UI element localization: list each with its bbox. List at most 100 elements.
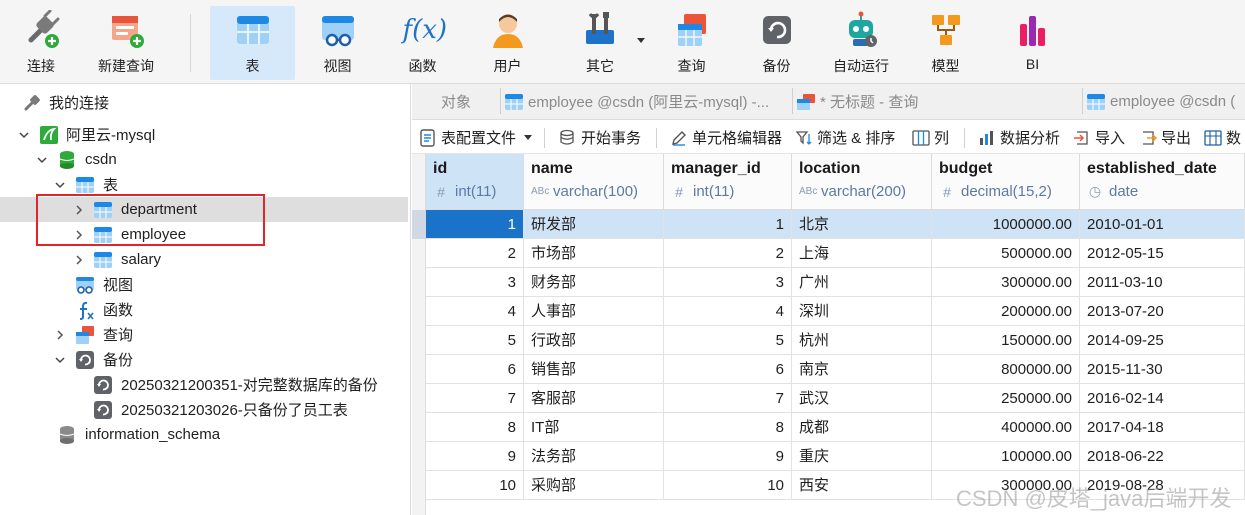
import-button[interactable]: 导入 xyxy=(1073,121,1125,154)
table-cell-id[interactable]: 3 xyxy=(426,268,524,297)
tree-database[interactable]: csdn xyxy=(0,147,408,172)
table-cell-id[interactable]: 7 xyxy=(426,384,524,413)
cell-editor-button[interactable]: 单元格编辑器 xyxy=(670,121,782,154)
data-button-truncated[interactable]: 数 xyxy=(1204,121,1241,154)
data-analysis-button[interactable]: 数据分析 xyxy=(978,121,1060,154)
table-cell-name[interactable]: 市场部 xyxy=(524,239,664,268)
tree-connection[interactable]: 阿里云-mysql xyxy=(0,122,408,147)
tree-queries[interactable]: 查询 xyxy=(0,322,408,347)
table-button[interactable]: 表 xyxy=(210,6,295,80)
table-row[interactable]: 8 IT部 8 成都 400000.00 2017-04-18 xyxy=(426,413,1245,442)
table-cell-name[interactable]: 客服部 xyxy=(524,384,664,413)
table-cell-established-date[interactable]: 2017-04-18 xyxy=(1080,413,1245,442)
table-cell-id[interactable]: 8 xyxy=(426,413,524,442)
table-cell-manager-id[interactable]: 7 xyxy=(664,384,792,413)
table-cell-id[interactable]: 5 xyxy=(426,326,524,355)
table-cell-established-date[interactable]: 2012-05-15 xyxy=(1080,239,1245,268)
tree-backup-item[interactable]: 20250321200351-对完整数据库的备份 xyxy=(0,372,408,397)
function-button[interactable]: f(x) 函数 xyxy=(395,6,450,80)
table-row[interactable]: 6 销售部 6 南京 800000.00 2015-11-30 xyxy=(426,355,1245,384)
table-cell-established-date[interactable]: 2016-02-14 xyxy=(1080,384,1245,413)
tab-employee-table[interactable]: employee @csdn (阿里云-mysql) -... xyxy=(504,84,792,119)
user-button[interactable]: 用户 xyxy=(480,6,535,80)
table-row[interactable]: 1 研发部 1 北京 1000000.00 2010-01-01 xyxy=(426,210,1245,239)
column-header-id[interactable]: id # int(11) xyxy=(426,154,524,210)
query-button[interactable]: 查询 xyxy=(664,6,719,80)
tree-backup-item[interactable]: 20250321203026-只备份了员工表 xyxy=(0,397,408,422)
table-cell-budget[interactable]: 300000.00 xyxy=(932,471,1080,500)
tree-functions[interactable]: 函数 xyxy=(0,297,408,322)
table-cell-location[interactable]: 北京 xyxy=(792,210,932,239)
table-cell-location[interactable]: 深圳 xyxy=(792,297,932,326)
table-cell-name[interactable]: 人事部 xyxy=(524,297,664,326)
chevron-down-icon[interactable] xyxy=(36,154,48,166)
tree-table-salary[interactable]: salary xyxy=(0,247,408,272)
table-cell-manager-id[interactable]: 9 xyxy=(664,442,792,471)
tab-objects[interactable]: 对象 xyxy=(412,84,500,119)
table-cell-location[interactable]: 上海 xyxy=(792,239,932,268)
table-cell-budget[interactable]: 500000.00 xyxy=(932,239,1080,268)
table-cell-location[interactable]: 广州 xyxy=(792,268,932,297)
tree-database-information-schema[interactable]: information_schema xyxy=(0,422,408,447)
column-header-budget[interactable]: budget # decimal(15,2) xyxy=(932,154,1080,210)
table-cell-manager-id[interactable]: 8 xyxy=(664,413,792,442)
view-button[interactable]: 视图 xyxy=(310,6,365,80)
filter-sort-button[interactable]: 筛选 & 排序 xyxy=(795,121,895,154)
tab-untitled-query[interactable]: * 无标题 - 查询 xyxy=(796,84,1082,119)
table-cell-name[interactable]: 采购部 xyxy=(524,471,664,500)
connect-button[interactable]: 连接 xyxy=(8,6,74,80)
table-cell-id[interactable]: 10 xyxy=(426,471,524,500)
table-cell-manager-id[interactable]: 4 xyxy=(664,297,792,326)
table-cell-location[interactable]: 西安 xyxy=(792,471,932,500)
other-dropdown-caret-icon[interactable] xyxy=(637,38,645,43)
table-cell-budget[interactable]: 400000.00 xyxy=(932,413,1080,442)
table-cell-id[interactable]: 2 xyxy=(426,239,524,268)
column-header-name[interactable]: name ABc varchar(100) xyxy=(524,154,664,210)
table-cell-manager-id[interactable]: 10 xyxy=(664,471,792,500)
table-cell-budget[interactable]: 100000.00 xyxy=(932,442,1080,471)
table-cell-budget[interactable]: 150000.00 xyxy=(932,326,1080,355)
table-cell-budget[interactable]: 800000.00 xyxy=(932,355,1080,384)
column-header-location[interactable]: location ABc varchar(200) xyxy=(792,154,932,210)
columns-button[interactable]: 列 xyxy=(912,121,949,154)
begin-transaction-button[interactable]: 开始事务 xyxy=(559,121,641,154)
table-cell-established-date[interactable]: 2011-03-10 xyxy=(1080,268,1245,297)
table-row[interactable]: 7 客服部 7 武汉 250000.00 2016-02-14 xyxy=(426,384,1245,413)
table-cell-name[interactable]: 销售部 xyxy=(524,355,664,384)
automation-button[interactable]: 自动运行 xyxy=(826,6,896,80)
chevron-down-icon[interactable] xyxy=(18,129,30,141)
table-row[interactable]: 2 市场部 2 上海 500000.00 2012-05-15 xyxy=(426,239,1245,268)
table-row[interactable]: 4 人事部 4 深圳 200000.00 2013-07-20 xyxy=(426,297,1245,326)
table-cell-manager-id[interactable]: 2 xyxy=(664,239,792,268)
table-cell-name[interactable]: IT部 xyxy=(524,413,664,442)
chevron-right-icon[interactable] xyxy=(73,254,85,266)
model-button[interactable]: 模型 xyxy=(918,6,973,80)
table-cell-budget[interactable]: 200000.00 xyxy=(932,297,1080,326)
table-cell-budget[interactable]: 250000.00 xyxy=(932,384,1080,413)
table-cell-id[interactable]: 1 xyxy=(426,210,524,239)
tab-employee-table-2[interactable]: employee @csdn ( xyxy=(1086,84,1245,119)
table-cell-id[interactable]: 6 xyxy=(426,355,524,384)
table-row[interactable]: 3 财务部 3 广州 300000.00 2011-03-10 xyxy=(426,268,1245,297)
table-cell-established-date[interactable]: 2015-11-30 xyxy=(1080,355,1245,384)
table-cell-manager-id[interactable]: 6 xyxy=(664,355,792,384)
column-header-established-date[interactable]: established_date ◷ date xyxy=(1080,154,1245,210)
table-cell-location[interactable]: 杭州 xyxy=(792,326,932,355)
table-cell-name[interactable]: 法务部 xyxy=(524,442,664,471)
table-config-button[interactable]: 表配置文件 xyxy=(419,121,533,154)
table-cell-manager-id[interactable]: 3 xyxy=(664,268,792,297)
table-cell-location[interactable]: 武汉 xyxy=(792,384,932,413)
table-cell-established-date[interactable]: 2014-09-25 xyxy=(1080,326,1245,355)
table-cell-name[interactable]: 财务部 xyxy=(524,268,664,297)
table-cell-id[interactable]: 4 xyxy=(426,297,524,326)
table-cell-location[interactable]: 重庆 xyxy=(792,442,932,471)
table-cell-established-date[interactable]: 2013-07-20 xyxy=(1080,297,1245,326)
table-cell-manager-id[interactable]: 5 xyxy=(664,326,792,355)
chevron-down-icon[interactable] xyxy=(54,179,66,191)
tree-backups[interactable]: 备份 xyxy=(0,347,408,372)
table-cell-location[interactable]: 南京 xyxy=(792,355,932,384)
table-cell-id[interactable]: 9 xyxy=(426,442,524,471)
table-cell-established-date[interactable]: 2018-06-22 xyxy=(1080,442,1245,471)
table-cell-name[interactable]: 行政部 xyxy=(524,326,664,355)
table-cell-location[interactable]: 成都 xyxy=(792,413,932,442)
